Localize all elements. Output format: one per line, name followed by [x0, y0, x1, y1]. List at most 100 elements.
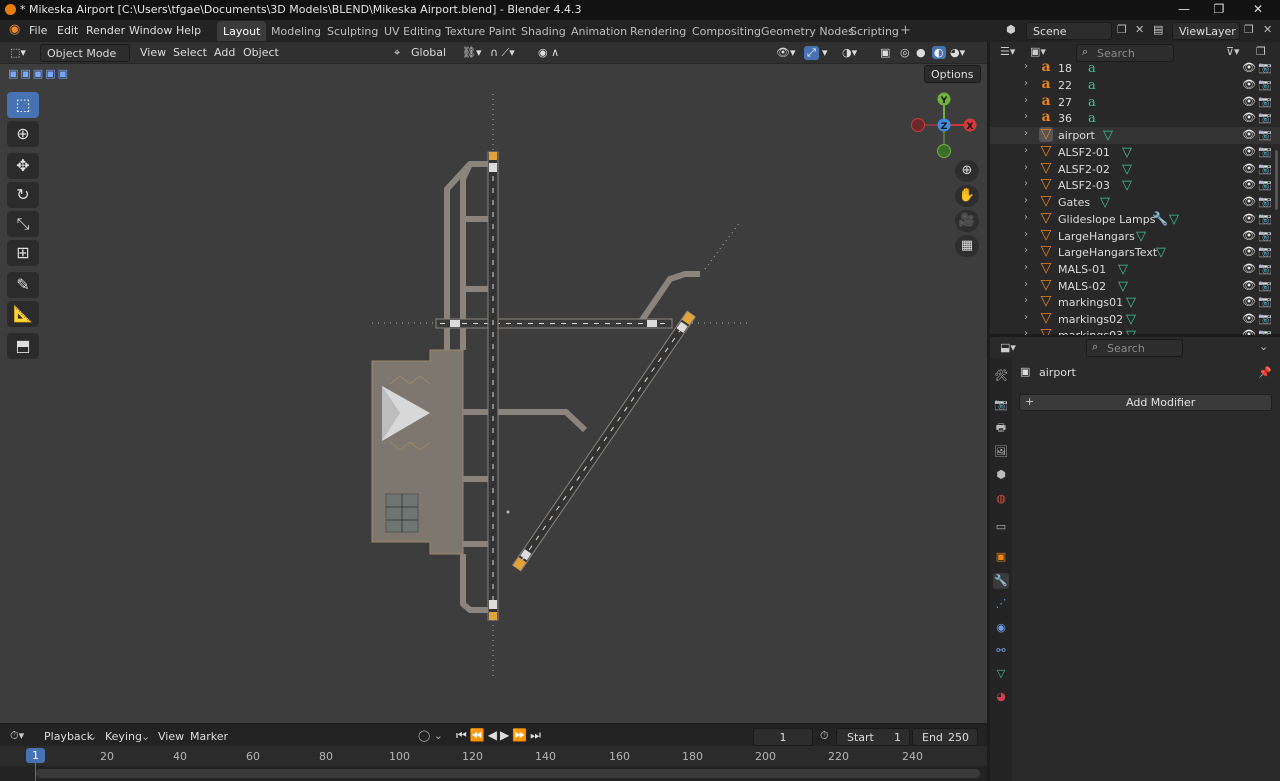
- eye-icon[interactable]: 👁: [1242, 162, 1256, 175]
- camera-icon[interactable]: 📷: [1258, 195, 1272, 208]
- viewport-menu-view[interactable]: View: [140, 46, 166, 59]
- eye-icon[interactable]: 👁: [1242, 279, 1256, 292]
- menu-help[interactable]: Help: [176, 24, 201, 37]
- camera-icon[interactable]: 📷: [1258, 212, 1272, 225]
- timeline-scrollbar[interactable]: [36, 769, 980, 778]
- filter-icon[interactable]: ⊽▾: [1226, 45, 1240, 58]
- camera-icon[interactable]: 📷: [1258, 95, 1272, 108]
- blender-menu-icon[interactable]: ◉: [9, 22, 20, 37]
- camera-icon[interactable]: 📷: [1258, 178, 1272, 191]
- outliner-search-input[interactable]: Search: [1076, 44, 1174, 62]
- properties-options-icon[interactable]: ⌄: [1259, 340, 1268, 353]
- tab-rendering[interactable]: Rendering: [624, 21, 692, 41]
- add-workspace-icon[interactable]: +: [900, 23, 911, 38]
- outliner-row[interactable]: › ▽ LargeHangars ▽ 👁 📷: [990, 228, 1280, 245]
- modifier-tab-icon[interactable]: 🔧: [993, 573, 1009, 589]
- tab-sculpting[interactable]: Sculpting: [321, 21, 384, 41]
- start-frame-field[interactable]: Start 1: [836, 728, 910, 746]
- outliner-row[interactable]: › ▽ MALS-02 ▽ 👁 📷: [990, 278, 1280, 295]
- snap-icon[interactable]: ∩ ⟋▾: [490, 46, 515, 60]
- shading-solid-icon[interactable]: ●: [916, 46, 926, 59]
- scene-selector[interactable]: Scene: [1026, 22, 1112, 40]
- timeline-editor-icon[interactable]: ⏱▾: [10, 729, 24, 743]
- outliner-row[interactable]: › a 36 a 👁 📷: [990, 110, 1280, 127]
- timeline-menu-marker[interactable]: Marker: [190, 730, 228, 743]
- mode-selector[interactable]: Object Mode: [40, 44, 130, 62]
- visibility-selector-icon[interactable]: 👁▾: [776, 46, 796, 59]
- tab-texture-paint[interactable]: Texture Paint: [439, 21, 522, 41]
- tab-shading[interactable]: Shading: [515, 21, 572, 41]
- particles-tab-icon[interactable]: ⋰: [993, 596, 1009, 612]
- eye-icon[interactable]: 👁: [1242, 61, 1256, 74]
- tab-animation[interactable]: Animation: [565, 21, 633, 41]
- pivot-point-icon[interactable]: ⛓▾: [462, 46, 482, 59]
- physics-tab-icon[interactable]: ◉: [993, 620, 1009, 636]
- material-tab-icon[interactable]: ◕: [993, 689, 1009, 705]
- new-scene-icon[interactable]: ❐: [1117, 23, 1127, 36]
- tab-scripting[interactable]: Scripting: [844, 21, 905, 41]
- eye-icon[interactable]: 👁: [1242, 95, 1256, 108]
- menu-edit[interactable]: Edit: [57, 24, 78, 37]
- eye-icon[interactable]: 👁: [1242, 295, 1256, 308]
- tab-layout[interactable]: Layout: [217, 21, 267, 41]
- gizmo-toggle-icon[interactable]: ⤢: [804, 46, 819, 60]
- outliner-row[interactable]: ›▽markings03▽👁📷: [990, 327, 1280, 335]
- view-layer-icon[interactable]: ▤: [1153, 23, 1163, 36]
- constraints-tab-icon[interactable]: ⚯: [993, 643, 1009, 659]
- overlays-icon[interactable]: ◑▾: [842, 46, 857, 59]
- close-icon[interactable]: ✕: [1250, 2, 1266, 16]
- transform-orientation-selector[interactable]: Global: [411, 46, 446, 59]
- xray-icon[interactable]: ▣: [880, 46, 890, 59]
- camera-icon[interactable]: 📷: [1258, 145, 1272, 158]
- gizmo-options-icon[interactable]: ▾: [822, 46, 828, 59]
- eye-icon[interactable]: 👁: [1242, 262, 1256, 275]
- properties-editor-icon[interactable]: ⬓▾: [1000, 341, 1016, 354]
- playback-controls-icons[interactable]: ⏮⏪◀▶⏩⏭: [456, 728, 544, 743]
- eye-icon[interactable]: 👁: [1242, 195, 1256, 208]
- minimize-icon[interactable]: —: [1176, 2, 1192, 16]
- camera-icon[interactable]: 📷: [1258, 262, 1272, 275]
- data-tab-icon[interactable]: ▽: [993, 666, 1009, 682]
- orientation-icon[interactable]: ⌖: [394, 46, 400, 60]
- auto-keying-icon[interactable]: ◯ ⌄: [418, 729, 443, 742]
- outliner-row[interactable]: › a 22 a 👁 📷: [990, 77, 1280, 94]
- outliner-row[interactable]: › ▽ MALS-01 ▽ 👁 📷: [990, 261, 1280, 278]
- current-frame-field[interactable]: 1: [753, 728, 813, 746]
- outliner-row[interactable]: › ▽ markings01 ▽ 👁 📷: [990, 294, 1280, 311]
- eye-icon[interactable]: 👁: [1242, 145, 1256, 158]
- display-mode-icon[interactable]: ▣▾: [1030, 45, 1046, 58]
- proportional-edit-icon[interactable]: ◉ ∧: [538, 46, 559, 59]
- object-tab-icon[interactable]: ▣: [993, 549, 1009, 565]
- outliner-editor-icon[interactable]: ☰▾: [1000, 45, 1015, 58]
- outliner-row[interactable]: › ▽ LargeHangarsText ▽ 👁 📷: [990, 244, 1280, 261]
- timeline-menu-view[interactable]: View: [158, 730, 184, 743]
- shading-material-icon[interactable]: ◐: [932, 46, 946, 59]
- camera-icon[interactable]: 📷: [1258, 245, 1272, 258]
- new-view-layer-icon[interactable]: ❐: [1244, 23, 1254, 36]
- outliner-row[interactable]: › a 27 a 👁 📷: [990, 94, 1280, 111]
- end-frame-field[interactable]: End 250: [912, 728, 978, 746]
- delete-scene-icon[interactable]: ✕: [1135, 23, 1144, 36]
- outliner-row[interactable]: › ▽ Gates ▽ 👁 📷: [990, 194, 1280, 211]
- viewport-menu-object[interactable]: Object: [243, 46, 279, 59]
- timeline-menu-keying[interactable]: Keying: [105, 730, 142, 743]
- camera-icon[interactable]: 📷: [1258, 162, 1272, 175]
- menu-window[interactable]: Window: [129, 24, 172, 37]
- playhead[interactable]: 1: [26, 748, 45, 763]
- menu-file[interactable]: File: [29, 24, 47, 37]
- camera-icon[interactable]: 📷: [1258, 111, 1272, 124]
- scene-tab-icon[interactable]: ⬢: [993, 467, 1009, 483]
- tool-tab-icon[interactable]: 🛠: [993, 368, 1009, 384]
- preview-range-icon[interactable]: ⏱: [820, 729, 829, 743]
- delete-view-layer-icon[interactable]: ✕: [1263, 23, 1272, 36]
- output-tab-icon[interactable]: 🖶: [993, 420, 1009, 436]
- new-collection-icon[interactable]: ❐: [1256, 45, 1266, 58]
- outliner-row[interactable]: › ▽ markings02 ▽ 👁 📷: [990, 311, 1280, 328]
- menu-render[interactable]: Render: [86, 24, 125, 37]
- pin-icon[interactable]: 📌: [1258, 366, 1272, 379]
- eye-icon[interactable]: 👁: [1242, 128, 1256, 141]
- tab-modeling[interactable]: Modeling: [265, 21, 327, 41]
- outliner-row[interactable]: › ▽ ALSF2-03 ▽ 👁 📷: [990, 177, 1280, 194]
- eye-icon[interactable]: 👁: [1242, 212, 1256, 225]
- camera-icon[interactable]: 📷: [1258, 312, 1272, 325]
